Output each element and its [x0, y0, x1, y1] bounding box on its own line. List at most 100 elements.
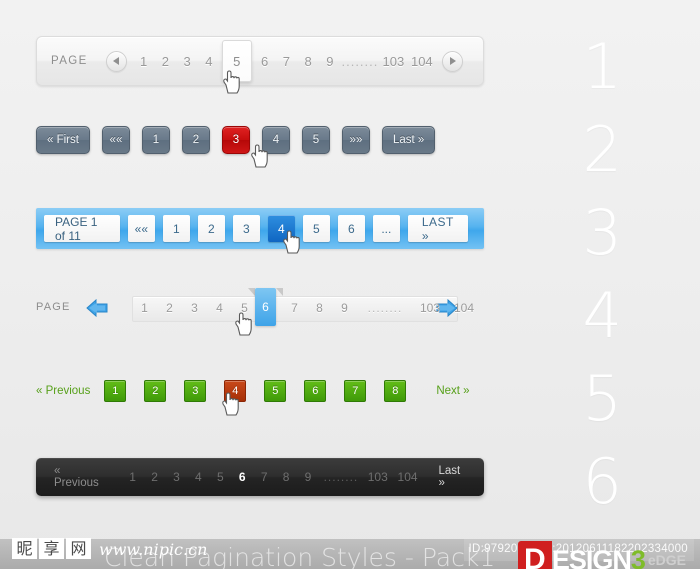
style6-prev-link[interactable]: « Previous — [54, 465, 102, 489]
style4-page-103[interactable]: 103 — [413, 301, 447, 315]
style3-page-6[interactable]: 6 — [337, 215, 365, 242]
watermark-number-2: 2 — [582, 113, 622, 186]
style2-prev-button[interactable]: «« — [101, 126, 130, 154]
pagination-style-4: PAGE 1 2 3 4 5 7 8 9 ........ 103 104 6 — [36, 288, 474, 326]
style5-page-3[interactable]: 3 — [184, 380, 207, 402]
watermark-number-5: 5 — [582, 362, 622, 435]
style4-page-4[interactable]: 4 — [207, 301, 232, 315]
style2-first-button[interactable]: « First — [36, 126, 90, 154]
nipic-logo: 昵 享 网 — [12, 538, 91, 559]
style2-last-button[interactable]: Last » — [381, 126, 436, 154]
style6-page-8[interactable]: 8 — [275, 470, 297, 484]
pagination-style-3: PAGE 1 of 11 «« 1 2 3 4 5 6 ... LAST » — [36, 208, 484, 249]
style1-page-7[interactable]: 7 — [275, 54, 297, 69]
style4-page-active[interactable]: 6 — [255, 288, 276, 326]
style5-page-1[interactable]: 1 — [104, 380, 127, 402]
style6-page-104[interactable]: 104 — [393, 470, 423, 484]
style5-next-link[interactable]: Next » — [436, 385, 469, 397]
style5-page-7[interactable]: 7 — [344, 380, 367, 402]
style4-page-5[interactable]: 5 — [232, 301, 257, 315]
style3-prev-button[interactable]: «« — [127, 215, 155, 242]
style5-page-2[interactable]: 2 — [144, 380, 167, 402]
style1-page-2[interactable]: 2 — [154, 54, 176, 69]
style1-page-active[interactable]: 5 — [221, 40, 252, 82]
style6-page-active[interactable]: 6 — [231, 470, 253, 484]
style4-page-3[interactable]: 3 — [182, 301, 207, 315]
style1-page-1[interactable]: 1 — [133, 54, 155, 69]
style6-page-1[interactable]: 1 — [122, 470, 144, 484]
style6-page-3[interactable]: 3 — [166, 470, 188, 484]
nipic-char-2: 享 — [39, 538, 64, 559]
triangle-right-icon — [450, 57, 457, 65]
nipic-url: www.nipic.cn — [99, 540, 208, 559]
style6-page-9[interactable]: 9 — [297, 470, 319, 484]
page-canvas: 1 2 3 4 5 6 PAGE 1 2 3 4 5 6 7 8 9 .....… — [0, 0, 700, 569]
style1-page-3[interactable]: 3 — [176, 54, 198, 69]
watermark-number-3: 3 — [582, 196, 622, 269]
watermark-number-4: 4 — [582, 279, 622, 352]
nipic-watermark: 昵 享 网 www.nipic.cn — [12, 538, 207, 559]
style1-page-8[interactable]: 8 — [297, 54, 319, 69]
style2-page-1[interactable]: 1 — [141, 126, 170, 154]
style4-ellipsis: ........ — [367, 301, 403, 315]
arrow-left-icon[interactable] — [86, 299, 108, 317]
style6-page-103[interactable]: 103 — [363, 470, 393, 484]
style6-last-link[interactable]: Last » — [438, 465, 465, 489]
style3-page-3[interactable]: 3 — [232, 215, 260, 242]
nipic-char-1: 昵 — [12, 538, 37, 559]
style2-page-4[interactable]: 4 — [261, 126, 290, 154]
style1-next-button[interactable] — [442, 50, 464, 72]
style3-page-2[interactable]: 2 — [197, 215, 225, 242]
style6-page-4[interactable]: 4 — [187, 470, 209, 484]
style4-page-7[interactable]: 7 — [282, 301, 307, 315]
style4-page-8[interactable]: 8 — [307, 301, 332, 315]
style4-page-9[interactable]: 9 — [332, 301, 357, 315]
style3-page-info: PAGE 1 of 11 — [44, 215, 120, 243]
style4-page-label: PAGE — [36, 301, 71, 313]
design3edge-esign: ESIGN — [551, 545, 632, 569]
style2-page-5[interactable]: 5 — [301, 126, 330, 154]
style6-page-7[interactable]: 7 — [253, 470, 275, 484]
style2-page-active[interactable]: 3 — [221, 126, 250, 154]
style3-page-active[interactable]: 4 — [267, 215, 295, 242]
style5-page-6[interactable]: 6 — [304, 380, 327, 402]
style3-page-1[interactable]: 1 — [162, 215, 190, 242]
style3-page-5[interactable]: 5 — [302, 215, 330, 242]
style1-page-103[interactable]: 103 — [379, 54, 407, 69]
style1-page-label: PAGE — [51, 55, 88, 67]
style3-ellipsis: ... — [372, 215, 400, 242]
triangle-left-icon — [112, 57, 119, 65]
style5-prev-link[interactable]: « Previous — [36, 385, 90, 397]
design3edge-edge: eDGE — [647, 552, 686, 568]
style1-page-4[interactable]: 4 — [198, 54, 220, 69]
watermark-number-1: 1 — [582, 30, 622, 103]
pagination-style-5: « Previous 1 2 3 4 5 6 7 8 Next » — [36, 380, 470, 402]
design3edge-logo: D ESIGN 3 eDGE — [517, 541, 686, 569]
style4-page-2[interactable]: 2 — [157, 301, 182, 315]
style1-page-104[interactable]: 104 — [408, 54, 436, 69]
style2-next-button[interactable]: »» — [341, 126, 370, 154]
style5-page-8[interactable]: 8 — [384, 380, 407, 402]
style1-page-9[interactable]: 9 — [319, 54, 341, 69]
style6-ellipsis: ........ — [323, 470, 359, 484]
nipic-char-3: 网 — [66, 538, 91, 559]
style1-ellipsis: ........ — [341, 53, 379, 69]
pagination-style-6: « Previous 1 2 3 4 5 6 7 8 9 ........ 10… — [36, 458, 484, 496]
footer-watermark: Clean Pagination Styles - Pack1 昵 享 网 ww… — [0, 525, 700, 569]
pagination-style-2: « First «« 1 2 3 4 5 »» Last » — [36, 126, 447, 154]
style6-page-5[interactable]: 5 — [209, 470, 231, 484]
style1-prev-button[interactable] — [105, 50, 127, 72]
style4-number-list: 1 2 3 4 5 7 8 9 ........ 103 104 — [132, 296, 481, 320]
style3-last-button[interactable]: LAST » — [407, 215, 468, 243]
design3edge-d: D — [517, 541, 552, 569]
style6-page-2[interactable]: 2 — [144, 470, 166, 484]
style4-tab-notch-right — [276, 288, 283, 296]
design3edge-three: 3 — [630, 545, 646, 569]
style4-page-104[interactable]: 104 — [447, 301, 481, 315]
style2-page-2[interactable]: 2 — [181, 126, 210, 154]
style1-page-6[interactable]: 6 — [254, 54, 276, 69]
style4-page-1[interactable]: 1 — [132, 301, 157, 315]
style4-tab-notch-left — [248, 288, 255, 296]
style5-page-active[interactable]: 4 — [224, 380, 247, 402]
style5-page-5[interactable]: 5 — [264, 380, 287, 402]
